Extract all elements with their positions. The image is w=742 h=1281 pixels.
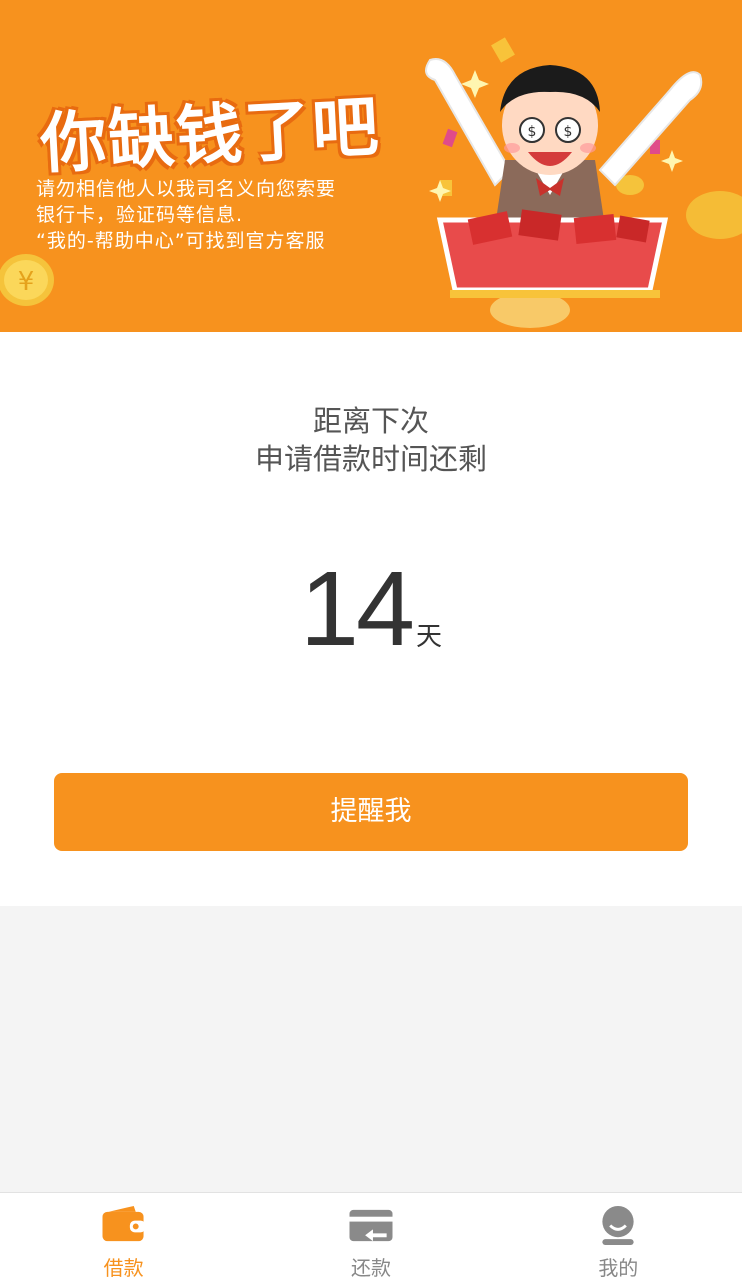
countdown-panel: 距离下次 申请借款时间还剩 14 天 提醒我 — [0, 332, 742, 906]
fraud-notice-line: 请勿相信他人以我司名义向您索要 — [36, 178, 337, 200]
tab-borrow-label: 借款 — [103, 1256, 144, 1280]
cheering-man-illustration: $ $ — [425, 37, 742, 328]
promo-banner[interactable]: 你缺钱了吧 请勿相信他人以我司名义向您索要 银行卡，验证码等信息. “我的-帮助… — [0, 0, 742, 332]
tab-borrow[interactable]: 借款 — [0, 1193, 247, 1281]
countdown-caption-line1: 距离下次 — [312, 404, 429, 438]
bottom-tab-bar: 借款 还款 我的 — [0, 1192, 742, 1281]
svg-text:$: $ — [564, 124, 573, 140]
svg-text:$: $ — [528, 124, 537, 140]
coin-icon: ¥ — [0, 254, 54, 306]
countdown-days-unit: 天 — [415, 622, 442, 652]
wallet-icon — [102, 1205, 146, 1242]
card-return-icon — [349, 1209, 393, 1242]
countdown-days-value: 14 — [300, 550, 415, 668]
svg-text:¥: ¥ — [18, 267, 35, 297]
banner-headline: 你缺钱了吧 — [38, 88, 383, 183]
user-icon — [602, 1205, 634, 1246]
fraud-notice-line: 银行卡，验证码等信息. — [36, 204, 244, 226]
remind-me-button[interactable]: 提醒我 — [54, 773, 688, 851]
fraud-notice-line: “我的-帮助中心”可找到官方客服 — [36, 230, 326, 252]
tab-repay-label: 还款 — [350, 1256, 391, 1280]
countdown-caption-line2: 申请借款时间还剩 — [254, 442, 487, 476]
tab-repay[interactable]: 还款 — [247, 1193, 494, 1281]
tab-profile-label: 我的 — [598, 1256, 639, 1280]
tab-profile[interactable]: 我的 — [495, 1193, 742, 1281]
countdown-caption: 距离下次 申请借款时间还剩 — [0, 402, 742, 478]
countdown-display: 14 天 — [0, 554, 742, 664]
fraud-notice: 请勿相信他人以我司名义向您索要 银行卡，验证码等信息. “我的-帮助中心”可找到… — [36, 176, 336, 254]
